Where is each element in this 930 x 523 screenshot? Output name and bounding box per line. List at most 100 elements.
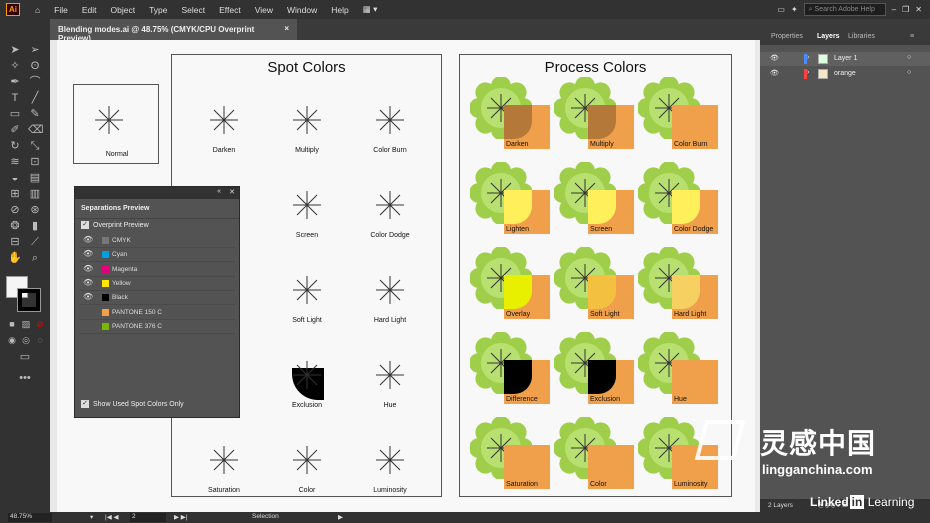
separation-row[interactable]: 👁 Yellow [79,277,235,291]
slice-icon[interactable]: ⟋ [28,235,42,249]
separation-row[interactable]: 👁 CMYK [79,234,235,248]
expand-chevron-icon[interactable]: › [807,69,809,76]
stroke-swatch[interactable] [17,288,41,312]
workspace-switcher-icon[interactable]: ▦ ▾ [356,4,385,15]
warp-icon[interactable]: ≋ [8,155,22,169]
visibility-eye-icon[interactable]: 👁 [83,278,93,287]
color-mode-icon[interactable]: ■ [5,317,19,331]
none-mode-icon[interactable]: ⊘ [33,317,47,331]
home-icon[interactable]: ⌂ [28,5,47,15]
spot-star [293,361,321,389]
type-tool-icon[interactable]: T [8,91,22,105]
scale-icon[interactable]: ⤡ [28,139,42,153]
expand-chevron-icon[interactable]: › [807,54,809,61]
visibility-eye-icon[interactable]: 👁 [83,264,93,273]
document-tab[interactable]: Blending modes.ai @ 48.75% (CMYK/CPU Ove… [50,19,297,43]
selection-tool-icon[interactable]: ➤ [8,43,22,57]
separation-row[interactable]: 👁 Cyan [79,248,235,263]
next-page-icon[interactable]: ▶ ▶| [174,513,188,521]
blend-icon[interactable]: ⊛ [28,203,42,217]
layer-row-2[interactable]: 👁 › orange ○ [760,67,930,81]
symbol-sprayer-icon[interactable]: ❂ [8,219,22,233]
menu-effect[interactable]: Effect [212,5,248,15]
ink-swatch [102,251,109,259]
separations-preview-panel[interactable]: « ✕ Separations Preview ✓ Overprint Previ… [74,186,240,418]
menu-file[interactable]: File [47,5,75,15]
screen-mode-icon[interactable]: ▭ [18,350,32,364]
target-icon[interactable]: ○ [907,69,911,76]
visibility-eye-icon[interactable]: 👁 [83,249,93,258]
spot-star [376,446,404,474]
close-tab-icon[interactable]: × [284,24,289,33]
zoom-field[interactable]: 48.75% [8,513,52,522]
visibility-eye-icon[interactable]: 👁 [770,69,779,77]
minimize-icon[interactable]: – [892,5,896,14]
panel-header[interactable]: « ✕ [75,187,239,199]
arrange-icon[interactable]: ▭ [777,5,785,14]
gradient-icon[interactable]: ▥ [28,187,42,201]
separation-row[interactable]: PANTONE 150 C [79,306,235,320]
layer-name[interactable]: orange [834,70,856,77]
layer-name[interactable]: Layer 1 [834,55,857,62]
perspective-icon[interactable]: ▤ [28,171,42,185]
visibility-eye-icon[interactable]: 👁 [83,292,93,301]
eraser-icon[interactable]: ⌫ [28,123,44,137]
zoom-dropdown-icon[interactable]: ▾ [90,513,93,521]
free-transform-icon[interactable]: ⊡ [28,155,42,169]
layer-thumbnail [818,54,828,64]
menu-help[interactable]: Help [324,5,355,15]
shape-builder-icon[interactable]: ◒ [8,171,22,185]
menu-select[interactable]: Select [175,5,213,15]
tab-layers[interactable]: Layers [817,33,840,40]
gradient-mode-icon[interactable]: ▨ [19,317,33,331]
zoom-tool-icon[interactable]: ⌕ [28,251,42,265]
target-icon[interactable]: ○ [907,54,911,61]
menu-window[interactable]: Window [280,5,324,15]
overprint-checkbox[interactable]: ✓ Overprint Preview [81,221,149,229]
artboard-tool-icon[interactable]: ⊟ [8,235,22,249]
curvature-icon[interactable]: ⌒ [28,75,42,89]
mesh-icon[interactable]: ⊞ [8,187,22,201]
draw-normal-icon[interactable]: ◉ [5,333,19,347]
shaper-icon[interactable]: ✐ [8,123,22,137]
lasso-icon[interactable]: ʘ [28,59,42,73]
tab-properties[interactable]: Properties [771,33,803,40]
restore-icon[interactable]: ❐ [902,5,909,14]
spot-only-checkbox[interactable]: ✓ Show Used Spot Colors Only [81,400,184,408]
visibility-eye-icon[interactable]: 👁 [83,235,93,244]
panel-menu-icon[interactable]: ≡ [910,33,914,40]
edit-toolbar-icon[interactable]: ••• [18,371,32,385]
tab-libraries[interactable]: Libraries [848,33,875,40]
layer-row-1[interactable]: 👁 › Layer 1 ○ [760,52,930,66]
menu-view[interactable]: View [248,5,280,15]
separation-row[interactable]: 👁 Magenta [79,263,235,277]
menu-edit[interactable]: Edit [75,5,104,15]
hand-tool-icon[interactable]: ✋ [8,251,22,265]
collapse-icon[interactable]: « [217,188,221,195]
direct-selection-tool-icon[interactable]: ➢ [28,43,42,57]
separation-row[interactable]: 👁 Black [79,291,235,306]
page-field[interactable]: 2 [130,513,166,522]
rotate-icon[interactable]: ↻ [8,139,22,153]
draw-inside-icon[interactable]: ◌ [33,333,47,347]
rectangle-tool-icon[interactable]: ▭ [8,107,22,121]
close-panel-icon[interactable]: ✕ [229,188,235,196]
pen-tool-icon[interactable]: ✒ [8,75,22,89]
visibility-eye-icon[interactable]: 👁 [770,54,779,62]
magic-wand-icon[interactable]: ✧ [8,59,22,73]
lightbulb-icon[interactable]: ✦ [791,5,798,14]
eyedropper-icon[interactable]: ⊘ [8,203,22,217]
linkedin-in: in [849,495,865,509]
search-input[interactable]: ⌕ Search Adobe Help [803,3,886,16]
status-arrow-icon[interactable]: ▶ [338,513,343,521]
menu-object[interactable]: Object [104,5,143,15]
first-page-icon[interactable]: |◀ ◀ [105,513,119,521]
line-tool-icon[interactable]: ╱ [28,91,42,105]
paintbrush-icon[interactable]: ✎ [28,107,42,121]
column-graph-icon[interactable]: ▮ [28,219,42,233]
draw-behind-icon[interactable]: ◎ [19,333,33,347]
separation-row[interactable]: PANTONE 376 C [79,320,235,334]
learning-text: Learning [867,495,915,509]
close-icon[interactable]: ✕ [915,5,922,14]
menu-type[interactable]: Type [142,5,174,15]
